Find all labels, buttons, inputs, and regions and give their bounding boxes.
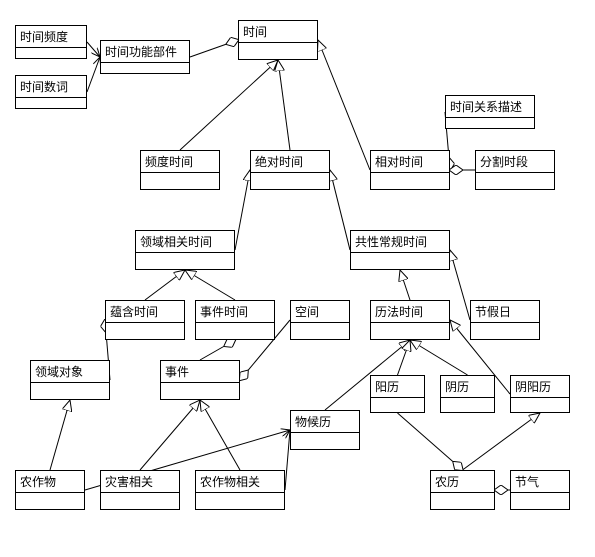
node-abs_time: 绝对时间: [250, 150, 330, 190]
edge-freq_time-time: [180, 60, 278, 150]
node-label: 物候历: [291, 411, 359, 433]
node-solar_term: 节气: [510, 470, 570, 510]
node-label: 农作物: [16, 471, 84, 493]
edge-event-event_time: [200, 340, 235, 360]
node-label: 阴历: [441, 376, 494, 398]
edge-holiday-common_time: [450, 250, 470, 320]
node-lunar_cal: 阴历: [440, 375, 495, 413]
edge-time_freq-time_func_part: [87, 42, 100, 57]
edge-solar_cal-calendar_time: [398, 340, 411, 375]
node-label: 时间: [239, 21, 317, 43]
edge-common_time-abs_time: [330, 170, 350, 250]
node-phenology: 物候历: [290, 410, 360, 450]
edge-domain_rel_time-abs_time: [235, 170, 250, 250]
node-rel_time: 相对时间: [370, 150, 450, 190]
node-nongli: 农历: [430, 470, 495, 510]
edge-calendar_time-common_time: [400, 270, 410, 300]
node-solar_cal: 阳历: [370, 375, 425, 413]
node-label: 共性常规时间: [351, 231, 449, 253]
edge-disaster_rel-event: [140, 400, 200, 470]
node-event_time: 事件时间: [195, 300, 275, 340]
node-label: 历法时间: [371, 301, 449, 323]
node-calendar_time: 历法时间: [370, 300, 450, 340]
node-label: 领域相关时间: [136, 231, 234, 253]
node-implicit_time: 蕴含时间: [105, 300, 185, 340]
node-label: 农作物相关: [196, 471, 284, 493]
node-time_func_part: 时间功能部件: [100, 40, 190, 74]
node-time_numeral: 时间数词: [15, 75, 87, 109]
node-domain_obj: 领域对象: [30, 360, 110, 400]
node-space: 空间: [290, 300, 350, 340]
node-label: 阳历: [371, 376, 424, 398]
node-label: 事件: [161, 361, 239, 383]
node-label: 节假日: [471, 301, 539, 323]
edge-implicit_time-domain_rel_time: [145, 270, 185, 300]
edge-time_func_part-time: [190, 40, 238, 57]
node-domain_rel_time: 领域相关时间: [135, 230, 235, 270]
node-split_period: 分割时段: [475, 150, 555, 190]
node-label: 绝对时间: [251, 151, 329, 173]
node-time: 时间: [238, 20, 318, 60]
node-lunisolar: 阴阳历: [510, 375, 570, 413]
node-label: 频度时间: [141, 151, 219, 173]
edge-crop-domain_obj: [50, 400, 70, 470]
node-label: 阴阳历: [511, 376, 569, 398]
node-label: 灾害相关: [101, 471, 179, 493]
node-holiday: 节假日: [470, 300, 540, 340]
node-label: 领域对象: [31, 361, 109, 383]
edge-nongli-lunisolar: [463, 413, 541, 470]
node-label: 时间频度: [16, 26, 86, 48]
edge-lunar_cal-calendar_time: [410, 340, 468, 375]
edge-layer: [0, 0, 595, 557]
diagram-canvas: 时间频度时间功能部件时间数词 时间时间关系描述频度时间 绝对时间 相对时间 分割时段领域…: [0, 0, 595, 557]
node-time_rel_desc: 时间关系描述: [445, 95, 535, 129]
node-label: 事件时间: [196, 301, 274, 323]
node-freq_time: 频度时间: [140, 150, 220, 190]
node-label: 时间数词: [16, 76, 86, 98]
node-label: 蕴含时间: [106, 301, 184, 323]
edge-event_time-domain_rel_time: [185, 270, 235, 300]
node-label: 节气: [511, 471, 569, 493]
node-label: 时间功能部件: [101, 41, 189, 63]
node-common_time: 共性常规时间: [350, 230, 450, 270]
node-crop_rel: 农作物相关: [195, 470, 285, 510]
node-crop: 农作物: [15, 470, 85, 510]
edge-time_numeral-time_func_part: [87, 57, 100, 92]
node-event: 事件: [160, 360, 240, 400]
node-label: 时间关系描述: [446, 96, 534, 118]
node-disaster_rel: 灾害相关: [100, 470, 180, 510]
node-label: 空间: [291, 301, 349, 323]
node-label: 相对时间: [371, 151, 449, 173]
node-time_freq: 时间频度: [15, 25, 87, 59]
edge-solar_cal-nongli: [398, 413, 463, 470]
edge-abs_time-time: [278, 60, 290, 150]
node-label: 分割时段: [476, 151, 554, 173]
node-label: 农历: [431, 471, 494, 493]
edge-crop_rel-event: [200, 400, 240, 470]
